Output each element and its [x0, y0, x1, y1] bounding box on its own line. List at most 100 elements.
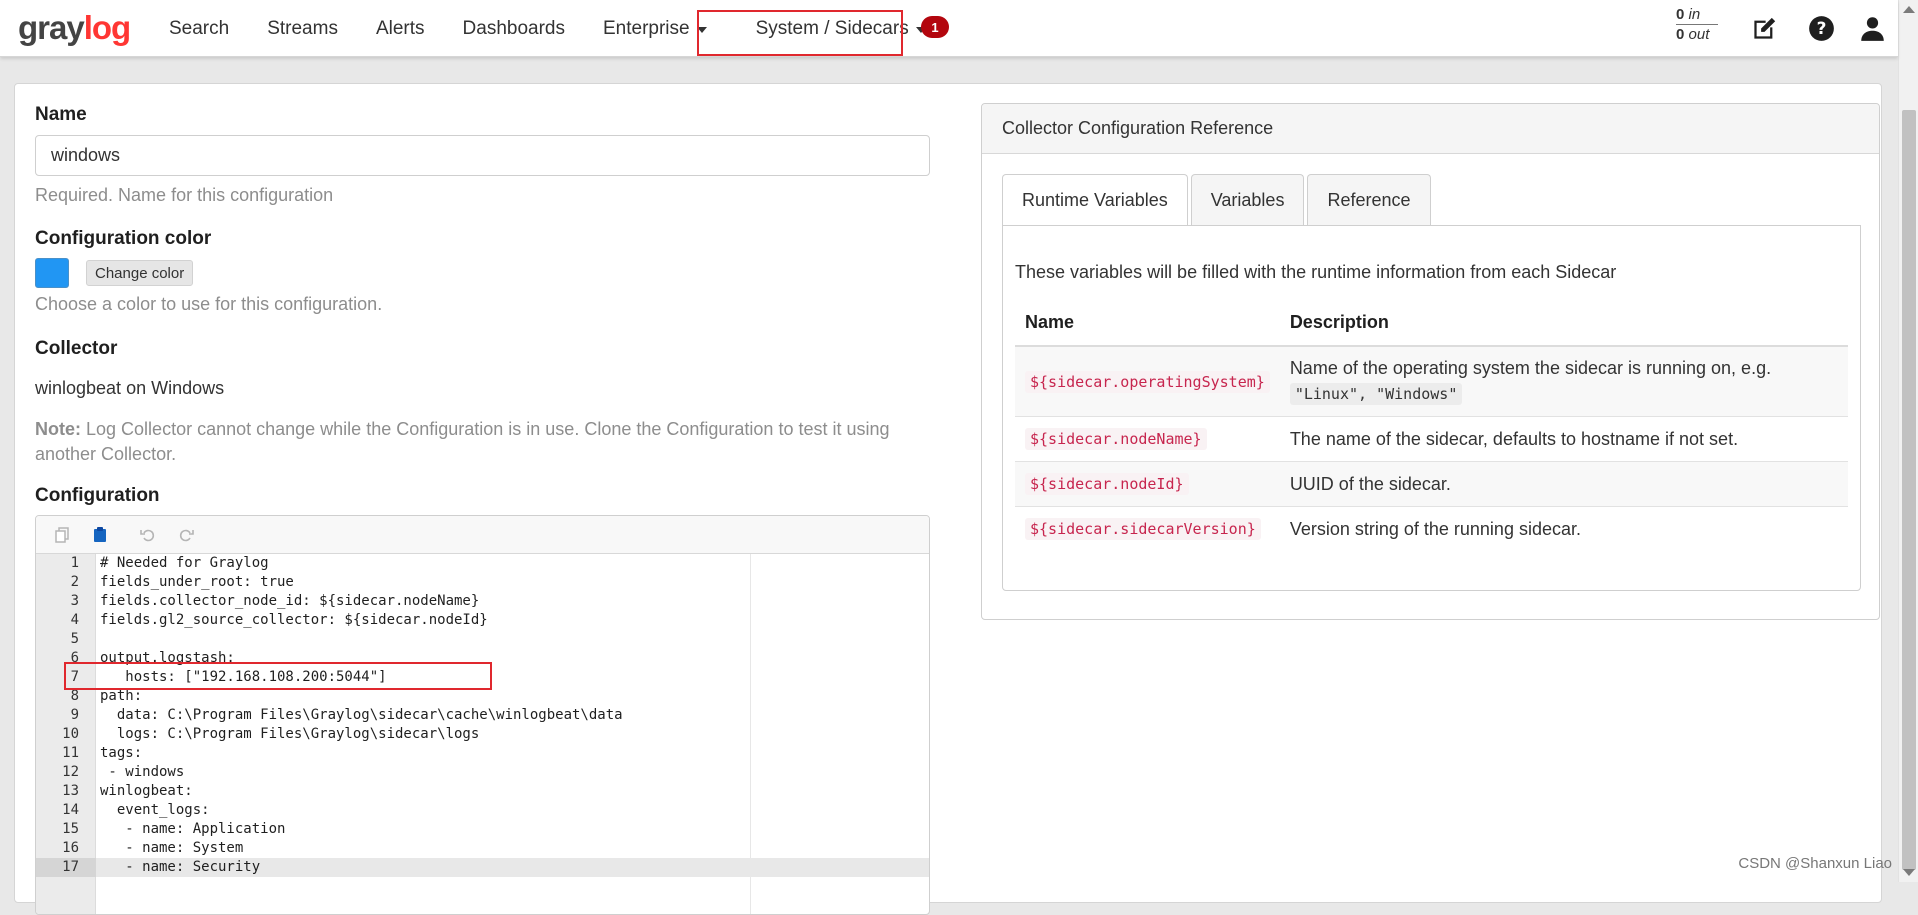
tab-runtime-variables[interactable]: Runtime Variables: [1002, 174, 1188, 226]
nav-item-label: Dashboards: [462, 17, 565, 39]
line-number: 6: [70, 650, 79, 666]
variable-name: ${sidecar.nodeId}: [1025, 473, 1189, 495]
code-line[interactable]: - name: Application: [100, 820, 285, 839]
throughput-divider: [1676, 24, 1718, 25]
column-header-description: Description: [1279, 300, 1848, 347]
collector-configuration-reference: Collector Configuration Reference Runtim…: [981, 103, 1880, 620]
nav-menu: Search Streams Alerts Dashboards Enterpr…: [150, 0, 945, 57]
undo-icon[interactable]: [136, 523, 160, 547]
throughput-in-count: 0: [1676, 6, 1685, 23]
nav-item-enterprise[interactable]: Enterprise: [584, 0, 726, 57]
editor-code-area[interactable]: # Needed for Graylog fields_under_root: t…: [96, 554, 929, 914]
top-navbar: gray log Search Streams Alerts Dashboards…: [0, 0, 1898, 57]
line-number: 14: [62, 802, 79, 818]
line-number: 13: [62, 783, 79, 799]
graylog-logo[interactable]: gray log: [18, 6, 131, 50]
nav-item-search[interactable]: Search: [150, 0, 248, 57]
name-input[interactable]: [35, 135, 930, 176]
reference-panel-title: Collector Configuration Reference: [982, 104, 1879, 154]
user-icon[interactable]: [1857, 13, 1887, 43]
code-line[interactable]: hosts: ["192.168.108.200:5044"]: [100, 668, 386, 687]
nav-item-alerts[interactable]: Alerts: [357, 0, 444, 57]
line-number: 4: [70, 612, 79, 628]
runtime-variables-intro: These variables will be filled with the …: [1015, 262, 1617, 282]
change-color-button[interactable]: Change color: [86, 260, 194, 286]
line-number: 3: [70, 593, 79, 609]
logo-text-gray: gray: [18, 9, 85, 46]
redo-icon[interactable]: [174, 523, 198, 547]
line-number: 5: [70, 631, 79, 647]
code-line[interactable]: # Needed for Graylog: [100, 554, 269, 573]
code-line[interactable]: data: C:\Program Files\Graylog\sidecar\c…: [100, 706, 623, 725]
scroll-up-icon[interactable]: [1903, 6, 1915, 13]
code-line[interactable]: fields.collector_node_id: ${sidecar.node…: [100, 592, 479, 611]
table-row: ${sidecar.nodeId} UUID of the sidecar.: [1015, 461, 1848, 507]
throughput-out-label: out: [1688, 26, 1710, 43]
copy-icon[interactable]: [50, 523, 74, 547]
tab-reference[interactable]: Reference: [1307, 174, 1431, 226]
line-number: 8: [70, 688, 79, 704]
notification-badge[interactable]: 1: [921, 16, 949, 38]
collector-note: Note: Log Collector cannot change while …: [35, 417, 935, 467]
throughput-out: 0 out: [1676, 26, 1720, 43]
line-number: 15: [62, 821, 79, 837]
color-swatch[interactable]: [35, 258, 69, 288]
page-scrollbar[interactable]: [1898, 0, 1918, 882]
reference-tabs: Runtime Variables Variables Reference: [1002, 174, 1434, 226]
variable-name: ${sidecar.sidecarVersion}: [1025, 518, 1261, 540]
code-line[interactable]: output.logstash:: [100, 649, 235, 668]
svg-text:?: ?: [1816, 18, 1826, 38]
throughput-out-count: 0: [1676, 26, 1685, 43]
code-line[interactable]: - windows: [100, 763, 184, 782]
code-line[interactable]: fields.gl2_source_collector: ${sidecar.n…: [100, 611, 488, 630]
nav-item-label: Search: [169, 17, 230, 39]
table-row: ${sidecar.sidecarVersion} Version string…: [1015, 506, 1848, 551]
variable-name-cell: ${sidecar.sidecarVersion}: [1015, 506, 1280, 551]
code-line[interactable]: - name: System: [100, 839, 243, 858]
variable-name: ${sidecar.operatingSystem}: [1025, 370, 1270, 393]
note-label: Note:: [35, 419, 81, 439]
nav-item-system-sidecars[interactable]: System / Sidecars: [726, 0, 945, 57]
variable-description: Version string of the running sidecar.: [1279, 506, 1848, 551]
variable-example: "Linux", "Windows": [1289, 383, 1463, 405]
line-number: 10: [62, 726, 79, 742]
code-line[interactable]: - name: Security: [100, 858, 260, 877]
variable-name-cell: ${sidecar.operatingSystem}: [1015, 345, 1280, 417]
paste-icon[interactable]: [88, 523, 112, 547]
nav-item-streams[interactable]: Streams: [248, 0, 357, 57]
collector-value: winlogbeat on Windows: [35, 378, 225, 398]
scroll-thumb[interactable]: [1902, 110, 1916, 870]
variable-name-cell: ${sidecar.nodeName}: [1015, 416, 1280, 462]
configuration-label: Configuration: [35, 485, 160, 506]
code-line[interactable]: tags:: [100, 744, 142, 763]
nav-item-label: Enterprise: [602, 17, 690, 39]
configuration-form-panel: Name Required. Name for this configurati…: [14, 83, 1882, 915]
line-number: 2: [70, 574, 79, 590]
code-line[interactable]: event_logs:: [100, 801, 210, 820]
line-number: 9: [70, 707, 79, 723]
line-number: 11: [62, 745, 79, 761]
logo-text-log: log: [83, 9, 131, 46]
editor-toolbar: [36, 516, 929, 554]
configuration-code-editor[interactable]: 1 2 3 4 5 6 7 8 9 10 11 12 13 14 15 16 17 # Needed for G…: [35, 515, 930, 915]
runtime-variables-tab-content: These variables will be filled with the …: [1002, 225, 1861, 591]
tab-variables[interactable]: Variables: [1190, 174, 1305, 226]
code-line[interactable]: fields_under_root: true: [100, 573, 294, 592]
table-row: ${sidecar.operatingSystem} Name of the o…: [1015, 345, 1848, 417]
help-icon[interactable]: ?: [1806, 13, 1836, 43]
code-line[interactable]: path:: [100, 687, 142, 706]
code-line[interactable]: logs: C:\Program Files\Graylog\sidecar\l…: [100, 725, 479, 744]
column-header-name: Name: [1015, 300, 1280, 347]
nav-item-label: Alerts: [375, 17, 425, 39]
table-row: ${sidecar.nodeName} The name of the side…: [1015, 416, 1848, 462]
watermark: CSDN @Shanxun Liao: [1738, 855, 1892, 872]
code-line[interactable]: winlogbeat:: [100, 782, 193, 801]
throughput-indicator[interactable]: 0 in 0 out: [1676, 6, 1720, 43]
scroll-down-icon[interactable]: [1903, 869, 1915, 876]
table-header-row: Name Description: [1015, 300, 1848, 347]
variable-description: The name of the sidecar, defaults to hos…: [1279, 416, 1848, 462]
variable-description: UUID of the sidecar.: [1279, 461, 1848, 507]
nav-item-dashboards[interactable]: Dashboards: [444, 0, 584, 57]
line-number: 12: [62, 764, 79, 780]
edit-icon[interactable]: [1749, 13, 1779, 43]
